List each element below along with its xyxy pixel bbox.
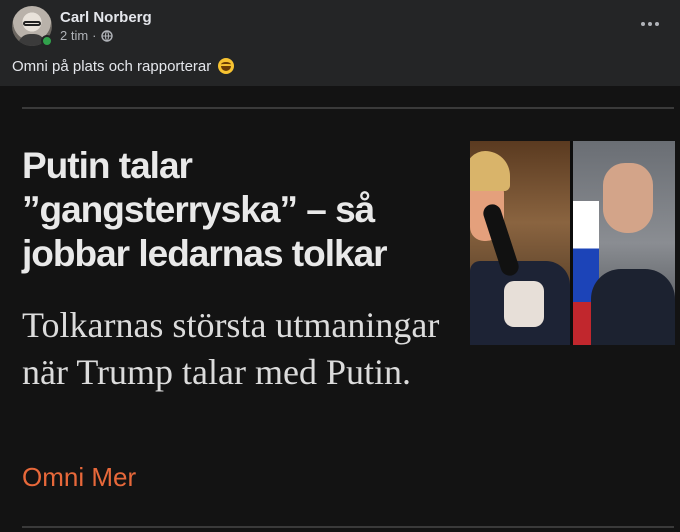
article-photo [470, 141, 675, 345]
post-time[interactable]: 2 tim [60, 28, 88, 43]
photo-putin [573, 141, 675, 345]
author-name[interactable]: Carl Norberg [60, 9, 152, 26]
article-headline: Putin talar ”gangsterryska” – så jobbar … [22, 145, 388, 274]
brand-label: Omni Mer [22, 462, 137, 492]
more-options-button[interactable] [632, 10, 668, 38]
divider-top [22, 107, 674, 109]
caption-text: Omni på plats och rapporterar [12, 58, 212, 75]
divider-bottom [22, 526, 674, 528]
photo-trump-hand [504, 281, 544, 327]
grinning-face-emoji-icon [218, 58, 235, 74]
photo-trump-hair [470, 151, 510, 191]
photo-putin-suit [591, 269, 675, 345]
post-header: Carl Norberg 2 tim · Omni på plats och r… [0, 0, 680, 86]
photo-trump [470, 141, 570, 345]
more-dot-icon [655, 22, 659, 26]
post-meta: 2 tim · [60, 28, 113, 43]
more-dot-icon [648, 22, 652, 26]
avatar-glasses [23, 21, 41, 26]
article-subheadline: Tolkarnas största utmaningar när Trump t… [22, 305, 440, 392]
post-caption: Omni på plats och rapporterar [12, 58, 235, 75]
globe-icon[interactable] [100, 29, 113, 42]
more-dot-icon [641, 22, 645, 26]
post-image[interactable]: Putin talar ”gangsterryska” – så jobbar … [0, 86, 680, 532]
online-status-icon [41, 35, 53, 47]
photo-putin-head [603, 163, 653, 233]
meta-separator: · [92, 28, 97, 43]
